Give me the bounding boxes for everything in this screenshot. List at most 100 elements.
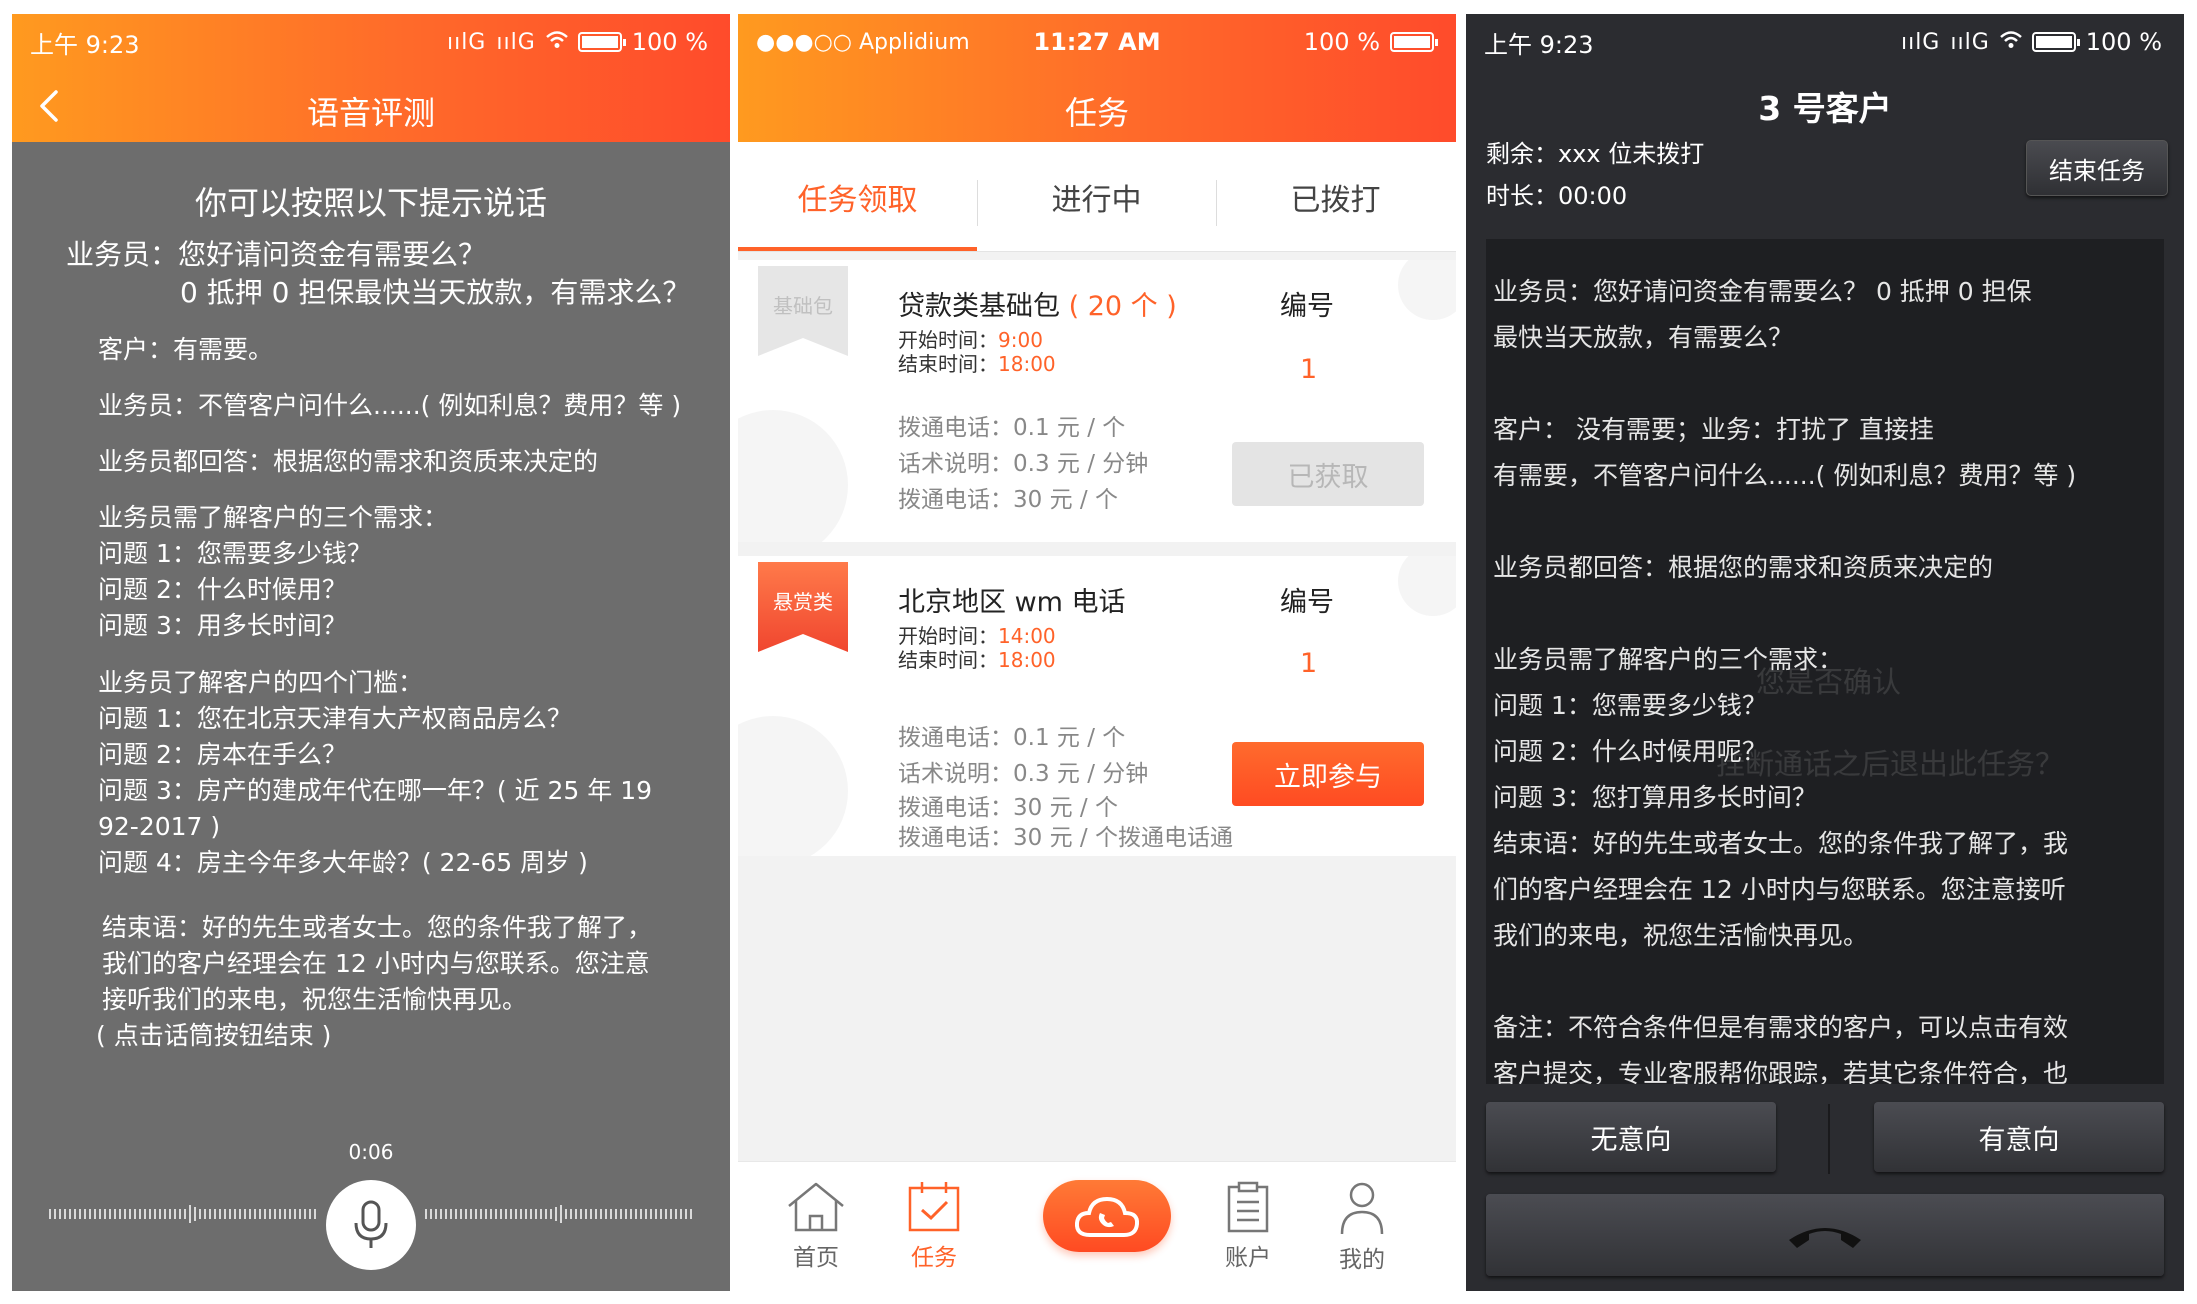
confirm-dialog-title: 您是否确认 <box>1756 665 1902 699</box>
end-time-label: 结束时间： <box>898 352 998 376</box>
agent-answer-line: 业务员都回答：根据您的需求和资质来决定的 <box>98 447 599 476</box>
signal-icon-2: ıılG <box>1950 29 1990 55</box>
start-time-value: 14:00 <box>998 624 1056 648</box>
microphone-button[interactable] <box>326 1180 416 1270</box>
script-line: 客户： 没有需要；业务：打扰了 直接挂 <box>1493 415 1934 444</box>
join-now-button[interactable]: 立即参与 <box>1232 742 1424 806</box>
home-icon <box>788 1182 844 1232</box>
need-item: 问题 3：用多长时间？ <box>98 611 347 640</box>
need-item: 问题 1：您需要多少钱？ <box>98 539 372 568</box>
task-tabs: 任务领取 进行中 已拨打 <box>738 142 1456 252</box>
tab-dialed[interactable]: 已拨打 <box>1216 142 1455 252</box>
cloud-phone-icon <box>1074 1196 1140 1237</box>
card-title: 北京地区 wm 电话 <box>898 587 1126 618</box>
tabbar-home[interactable]: 首页 <box>766 1180 866 1272</box>
button-divider <box>1828 1104 1830 1174</box>
tabbar-mine[interactable]: 我的 <box>1312 1180 1412 1274</box>
price-line: 话术说明：0.3 元 / 分钟 <box>898 451 1149 477</box>
needs-title: 业务员需了解客户的三个需求： <box>98 503 449 532</box>
basic-package-ribbon: 基础包 <box>758 266 848 356</box>
status-time: 上午 9:23 <box>1484 30 1594 59</box>
threshold-item: 问题 4：房主今年多大年龄？( 22-65 周岁 ) <box>98 848 588 877</box>
battery-percent: 100 % <box>1303 28 1380 56</box>
number-label: 编号 <box>1280 291 1334 322</box>
prompt-heading: 你可以按照以下提示说话 <box>194 184 547 222</box>
number-value: 1 <box>1300 354 1318 385</box>
battery-icon <box>1390 32 1438 52</box>
tab-claim[interactable]: 任务领取 <box>738 142 977 252</box>
card-title: 贷款类基础包 ( 20 个 ) <box>898 284 1177 323</box>
script-line: 业务员：您好请问资金有需要么？ 0 抵押 0 担保 <box>1493 277 2032 306</box>
tabbar-home-label: 首页 <box>793 1245 839 1271</box>
price-line: 拨通电话：30 元 / 个 <box>898 487 1118 513</box>
agent-any-line: 业务员：不管客户问什么......( 例如利息？费用？等 ) <box>98 391 682 420</box>
active-tab-indicator <box>738 247 977 251</box>
closing-line: 结束语：好的先生或者女士。您的条件我了解了， <box>102 913 653 942</box>
script-line: 备注：不符合条件但是有需求的客户，可以点击有效 <box>1493 1013 2069 1042</box>
call-script: 业务员：您好请问资金有需要么？ 0 抵押 0 担保 最快当天放款，有需要么？ 客… <box>1486 239 2164 1084</box>
start-time-value: 9:00 <box>998 328 1043 352</box>
end-time-label: 结束时间： <box>898 648 998 672</box>
tab-in-progress[interactable]: 进行中 <box>977 142 1216 252</box>
intro-line-2: 0 抵押 0 担保最快当天放款，有需求么？ <box>180 276 691 309</box>
hang-up-button[interactable] <box>1486 1194 2164 1276</box>
task-card[interactable]: 悬赏类 北京地区 wm 电话 开始时间：14:00 结束时间：18:00 编号 … <box>738 556 1456 856</box>
thresholds-title: 业务员了解客户的四个门槛： <box>98 668 424 697</box>
start-time: 开始时间：9:00 <box>898 328 1043 352</box>
user-icon <box>1340 1182 1384 1235</box>
battery-percent: 100 % <box>631 28 708 56</box>
number-label: 编号 <box>1280 587 1334 618</box>
battery-icon <box>577 32 626 52</box>
end-time-value: 18:00 <box>998 352 1056 376</box>
reward-ribbon: 悬赏类 <box>758 562 848 652</box>
start-time-label: 开始时间： <box>898 328 998 352</box>
tabbar-account-label: 账户 <box>1225 1245 1271 1271</box>
call-duration: 时长：00:00 <box>1486 182 1628 210</box>
need-item: 问题 2：什么时候用？ <box>98 575 347 604</box>
closing-line: ( 点击话筒按钮结束 ) <box>96 1021 332 1050</box>
price-line: 拨通电话：0.1 元 / 个 <box>898 725 1126 751</box>
status-indicators: ıılG ıılG 100 % <box>447 24 708 60</box>
waveform-right-icon <box>425 1205 692 1223</box>
status-indicators: 100 % <box>1303 24 1438 60</box>
signal-icon: ıılG <box>1900 29 1941 55</box>
script-line: 们的客户经理会在 12 小时内与您联系。您注意接听 <box>1493 875 2066 904</box>
confirm-dialog-message: 挂断通话之后退出此任务？ <box>1716 747 2065 781</box>
script-line: 最快当天放款，有需要么？ <box>1493 323 1794 352</box>
remaining-count: 剩余：xxx 位未拨打 <box>1486 140 1705 168</box>
threshold-item: 问题 3：房产的建成年代在哪一年？( 近 25 年 19 <box>98 776 653 805</box>
price-line: 话术说明：0.3 元 / 分钟 <box>898 761 1149 787</box>
page-title: 任务 <box>1064 94 1129 132</box>
customer-title: 3 号客户 <box>1758 89 1892 128</box>
prompt-body: 你可以按照以下提示说话 业务员：您好请问资金有需要么？ 0 抵押 0 担保最快当… <box>12 142 730 1291</box>
script-line: 有需要，不管客户问什么......( 例如利息？费用？等 ) <box>1493 461 2077 490</box>
closing-line: 我们的客户经理会在 12 小时内与您联系。您注意 <box>102 949 650 978</box>
hang-up-phone-icon <box>1789 1228 1861 1248</box>
end-task-button[interactable]: 结束任务 <box>2026 140 2168 196</box>
threshold-item: 问题 2：房本在手么？ <box>98 740 347 769</box>
waveform-left-icon <box>49 1205 316 1223</box>
microphone-icon <box>354 1200 388 1248</box>
task-screen: ●●●○○ Applidium 11:27 AM 100 % 任务 任务领取 进… <box>738 14 1456 1291</box>
obtained-button[interactable]: 已获取 <box>1232 442 1424 506</box>
customer-line: 客户：有需要。 <box>98 335 274 364</box>
has-intent-button[interactable]: 有意向 <box>1874 1102 2164 1172</box>
threshold-item: 92-2017 ) <box>98 812 221 841</box>
tabbar-account[interactable]: 账户 <box>1198 1180 1298 1272</box>
script-line: 业务员都回答：根据您的需求和资质来决定的 <box>1493 553 1994 582</box>
tabbar-mine-label: 我的 <box>1339 1247 1385 1273</box>
intro-line-1: 业务员：您好请问资金有需要么？ <box>66 238 487 271</box>
tabbar-task[interactable]: 任务 <box>884 1180 984 1272</box>
call-screen: 上午 9:23 ıılG ıılG 100 % 3 号客户 剩余：xxx 位未拨… <box>1466 14 2184 1291</box>
task-card[interactable]: 基础包 贷款类基础包 ( 20 个 ) 开始时间：9:00 结束时间：18:00… <box>738 260 1456 542</box>
script-line: 客户提交，专业客服帮你跟踪，若其它条件符合，也 <box>1493 1059 2069 1084</box>
wifi-icon <box>1999 30 2022 55</box>
no-intent-button[interactable]: 无意向 <box>1486 1102 1776 1172</box>
watermark-icon <box>1398 556 1456 616</box>
end-time-value: 18:00 <box>998 648 1056 672</box>
nav-bar: ●●●○○ Applidium 11:27 AM 100 % 任务 <box>738 14 1456 142</box>
call-center-button[interactable] <box>1043 1180 1171 1252</box>
voice-eval-screen: 上午 9:23 ıılG ıılG 100 % 语音评测 你可以按照以下提示说话… <box>12 14 730 1291</box>
watermark-icon <box>738 716 848 856</box>
card-title-text: 贷款类基础包 <box>898 291 1060 322</box>
